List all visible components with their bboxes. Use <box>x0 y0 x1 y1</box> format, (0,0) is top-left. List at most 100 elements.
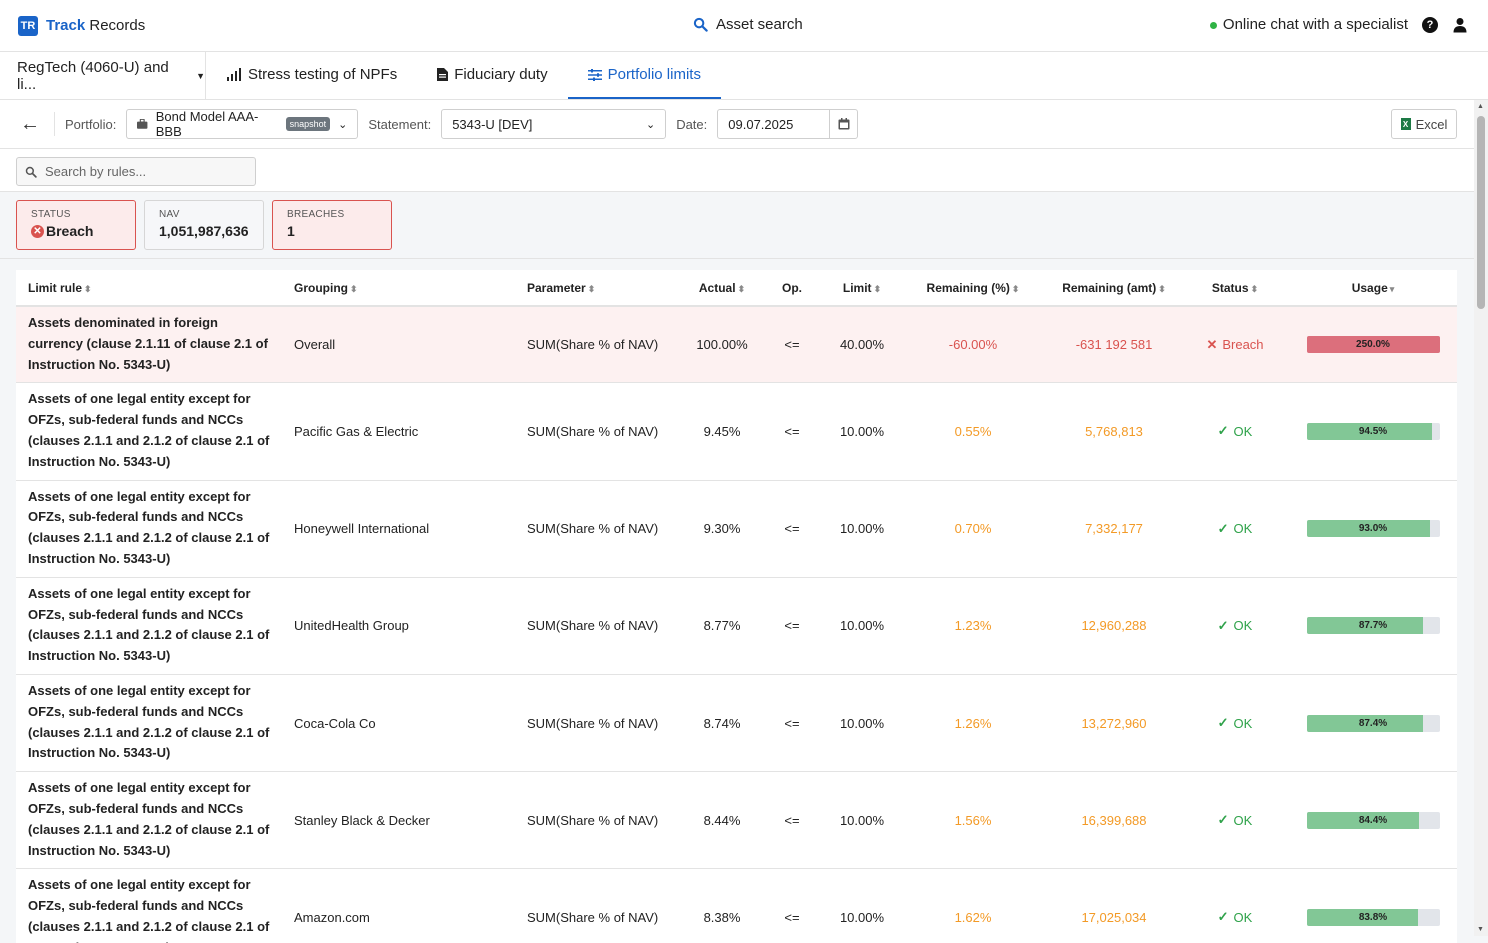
cell-remaining-amt: 17,025,034 <box>1047 868 1181 943</box>
cell-remaining-amt: -631 192 581 <box>1047 306 1181 384</box>
cell-op: <= <box>759 480 825 578</box>
statement-select[interactable]: 5343-U [DEV] ⌄ <box>441 109 667 139</box>
col-header-actual[interactable]: Actual ⬍ <box>685 270 759 307</box>
cell-remaining-pct: 1.23% <box>899 577 1047 675</box>
usage-value: 83.8% <box>1358 911 1388 923</box>
cell-grouping: Pacific Gas & Electric <box>282 382 515 481</box>
cell-grouping: Honeywell International <box>282 480 515 578</box>
user-icon[interactable] <box>1452 17 1468 33</box>
excel-icon: X <box>1400 118 1411 130</box>
cell-remaining-amt: 5,768,813 <box>1047 382 1181 481</box>
excel-label: Excel <box>1415 116 1448 132</box>
nav-row: RegTech (4060-U) and li... ▼ Stress test… <box>0 52 1488 100</box>
cell-status: ✓ OK <box>1181 674 1289 773</box>
online-chat-link[interactable]: Online chat with a specialist <box>1209 16 1408 33</box>
cell-usage: 84.4% <box>1289 771 1457 870</box>
col-header-remaining-pct[interactable]: Remaining (%) ⬍ <box>899 270 1047 307</box>
cell-limit-rule: Assets of one legal entity except for OF… <box>16 674 282 773</box>
table-row[interactable]: Assets of one legal entity except for OF… <box>16 577 1457 675</box>
col-header-remaining-amt[interactable]: Remaining (amt) ⬍ <box>1047 270 1181 307</box>
cell-parameter: SUM(Share % of NAV) <box>515 382 685 481</box>
cell-op: <= <box>759 382 825 481</box>
cell-op: <= <box>759 674 825 773</box>
nav-card: NAV 1,051,987,636 <box>144 200 264 250</box>
usage-value: 94.5% <box>1358 425 1388 437</box>
usage-value: 87.7% <box>1358 620 1388 632</box>
usage-bar: 84.4% <box>1306 811 1440 829</box>
limits-table: Limit rule ⬍ Grouping ⬍ Parameter ⬍ Actual ⬍… <box>16 270 1457 943</box>
cell-remaining-pct: 1.56% <box>899 771 1047 870</box>
cell-status: ✓ OK <box>1181 577 1289 675</box>
check-icon: ✓ <box>1217 715 1229 731</box>
x-circle-icon: ✕ <box>31 224 44 238</box>
caret-down-icon: ▼ <box>196 70 205 81</box>
cell-limit-rule: Assets of one legal entity except for OF… <box>16 382 282 481</box>
search-row: Search by rules... <box>0 149 1488 192</box>
table-row[interactable]: Assets of one legal entity except for OF… <box>16 771 1457 870</box>
col-header-grouping[interactable]: Grouping ⬍ <box>282 270 515 307</box>
statement-label: Statement: <box>368 116 432 132</box>
help-icon[interactable]: ? <box>1422 16 1438 33</box>
scroll-down-icon[interactable]: ▼ <box>1477 926 1484 933</box>
cell-status: ✓ OK <box>1181 771 1289 870</box>
cell-usage: 250.0% <box>1289 306 1457 384</box>
briefcase-icon <box>137 119 148 129</box>
cell-limit: 10.00% <box>825 868 899 943</box>
app-name: Track Records <box>46 17 146 34</box>
organization-label: RegTech (4060-U) and li... <box>17 58 169 93</box>
check-icon: ✓ <box>1217 617 1229 633</box>
cell-limit: 40.00% <box>825 306 899 384</box>
cell-limit: 10.00% <box>825 771 899 870</box>
cell-remaining-pct: 0.70% <box>899 480 1047 578</box>
scroll-up-icon[interactable]: ▲ <box>1477 103 1484 110</box>
cell-grouping: Overall <box>282 306 515 384</box>
portfolio-select[interactable]: Bond Model AAA-BBB snapshot ⌄ <box>126 109 359 139</box>
cell-usage: 83.8% <box>1289 868 1457 943</box>
table-row[interactable]: Assets of one legal entity except for OF… <box>16 382 1457 481</box>
organization-select[interactable]: RegTech (4060-U) and li... ▼ <box>0 52 206 99</box>
calendar-icon[interactable] <box>829 109 857 139</box>
sliders-icon <box>587 68 602 81</box>
tab-fiduciary-duty[interactable]: Fiduciary duty <box>417 52 567 99</box>
col-header-parameter[interactable]: Parameter ⬍ <box>515 270 685 307</box>
cell-op: <= <box>759 306 825 384</box>
rules-search-input[interactable]: Search by rules... <box>16 157 256 186</box>
snapshot-badge: snapshot <box>285 117 331 131</box>
online-status-dot <box>1209 22 1217 29</box>
back-arrow-icon[interactable]: ← <box>20 113 44 136</box>
asset-search-label: Asset search <box>716 16 803 33</box>
cell-op: <= <box>759 577 825 675</box>
cell-remaining-pct: 1.26% <box>899 674 1047 773</box>
cell-actual: 8.44% <box>685 771 759 870</box>
chevron-down-icon: ⌄ <box>338 118 348 131</box>
cell-remaining-amt: 12,960,288 <box>1047 577 1181 675</box>
cell-status: ✕ Breach <box>1181 306 1289 384</box>
tab-stress-testing[interactable]: Stress testing of NPFs <box>206 52 417 99</box>
col-header-limit-rule[interactable]: Limit rule ⬍ <box>16 270 282 307</box>
table-row[interactable]: Assets of one legal entity except for OF… <box>16 480 1457 578</box>
col-header-usage[interactable]: Usage ▾ <box>1289 270 1457 307</box>
cell-actual: 8.38% <box>685 868 759 943</box>
table-row[interactable]: Assets of one legal entity except for OF… <box>16 674 1457 773</box>
scrollbar-thumb[interactable] <box>1477 116 1485 309</box>
cell-grouping: Amazon.com <box>282 868 515 943</box>
col-header-limit[interactable]: Limit ⬍ <box>825 270 899 307</box>
col-header-status[interactable]: Status ⬍ <box>1181 270 1289 307</box>
table-row[interactable]: Assets of one legal entity except for OF… <box>16 868 1457 943</box>
usage-value: 250.0% <box>1356 339 1390 351</box>
limits-table-container: Limit rule ⬍ Grouping ⬍ Parameter ⬍ Actual ⬍… <box>0 259 1488 943</box>
search-icon <box>693 17 708 32</box>
vertical-scrollbar[interactable]: ▲ ▼ <box>1474 100 1488 936</box>
cell-parameter: SUM(Share % of NAV) <box>515 674 685 773</box>
excel-export-button[interactable]: X Excel <box>1391 109 1457 139</box>
tab-portfolio-limits[interactable]: Portfolio limits <box>567 52 721 99</box>
cell-parameter: SUM(Share % of NAV) <box>515 306 685 384</box>
usage-bar: 87.4% <box>1306 714 1440 732</box>
date-input[interactable]: 09.07.2025 <box>717 109 859 139</box>
table-header-row: Limit rule ⬍ Grouping ⬍ Parameter ⬍ Actual ⬍… <box>16 270 1457 307</box>
asset-search-button[interactable]: Asset search <box>693 16 803 33</box>
app-logo[interactable]: TR Track Records <box>18 15 146 36</box>
cell-limit-rule: Assets of one legal entity except for OF… <box>16 771 282 870</box>
table-row[interactable]: Assets denominated in foreign currency (… <box>16 306 1457 384</box>
cell-grouping: Stanley Black & Decker <box>282 771 515 870</box>
